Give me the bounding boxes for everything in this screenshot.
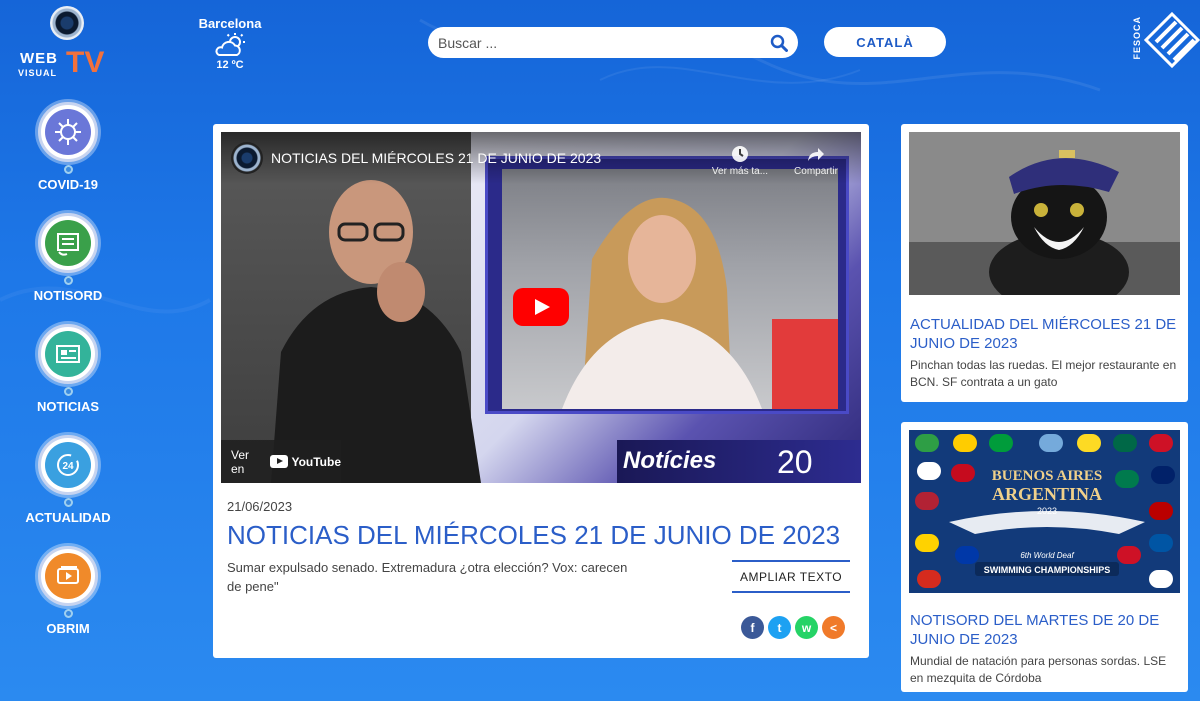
- video-player[interactable]: NOTICIAS DEL MIÉRCOLES 21 DE JUNIO DE 20…: [221, 132, 861, 483]
- nav-inner: [45, 331, 91, 377]
- whatsapp-icon[interactable]: w: [795, 616, 818, 639]
- sidebar-item-label: OBRIM: [46, 621, 90, 636]
- weather-temperature: 12 ºC: [216, 59, 244, 71]
- fesoca-text: FESOCA: [1132, 16, 1142, 60]
- share-video-control[interactable]: Compartir: [781, 144, 851, 177]
- news-icon: [56, 345, 80, 363]
- side-card-description: Pinchan todas las ruedas. El mejor resta…: [910, 358, 1177, 389]
- facebook-icon[interactable]: f: [741, 616, 764, 639]
- newspaper-sign-icon: [57, 233, 79, 256]
- fesoca-logo[interactable]: FESOCA: [1132, 10, 1200, 86]
- youtube-play-glyph: [270, 455, 289, 468]
- watch-on-label: Ver en: [231, 447, 250, 476]
- video-play-icon: [57, 566, 79, 584]
- language-button[interactable]: CATALÀ: [824, 27, 946, 57]
- nav-inner: [45, 220, 91, 266]
- share-icon[interactable]: <: [822, 616, 845, 639]
- nav-inner: [45, 109, 91, 155]
- search-input[interactable]: [438, 34, 770, 51]
- nav-dot: [63, 276, 73, 285]
- sidebar-nav: COVID-19 NOTISORD NOTICIAS 24 ACTUALIDAD…: [18, 102, 118, 657]
- webvisualtv-logo[interactable]: WEB VISUAL TV: [14, 6, 124, 82]
- sidebar-item-label: NOTISORD: [33, 288, 103, 303]
- weather-city: Barcelona: [198, 16, 262, 31]
- poster-line1: BUENOS AIRES: [992, 468, 1102, 484]
- fesoca-stripes-icon: [1144, 12, 1200, 69]
- channel-avatar[interactable]: [231, 142, 263, 174]
- article-date: 21/06/2023: [227, 499, 293, 514]
- banner-text: Notícies: [623, 447, 717, 474]
- sidebar-item-obrim[interactable]: OBRIM: [18, 546, 118, 657]
- nav-inner: 24: [45, 442, 91, 488]
- sidebar-item-covid[interactable]: COVID-19: [18, 102, 118, 213]
- side-news-card-notisord[interactable]: BUENOS AIRES ARGENTINA 2023 6th World De…: [901, 422, 1188, 692]
- partly-cloudy-icon: [215, 33, 245, 56]
- sidebar-item-noticias[interactable]: NOTICIAS: [18, 324, 118, 435]
- cat-pilot-image[interactable]: [909, 132, 1180, 295]
- sidebar-item-label: COVID-19: [38, 177, 98, 192]
- poster-line2: ARGENTINA: [992, 484, 1102, 504]
- nav-dot: [63, 498, 73, 507]
- article-summary: Sumar expulsado senado. Extremadura ¿otr…: [227, 560, 628, 594]
- watch-on-youtube[interactable]: Ver en YouTube: [221, 440, 341, 483]
- youtube-play-button[interactable]: [513, 288, 569, 326]
- watch-later-control[interactable]: Ver más ta...: [705, 144, 775, 177]
- nav-circle: [38, 213, 98, 273]
- main-news-card: NOTICIAS DEL MIÉRCOLES 21 DE JUNIO DE 20…: [213, 124, 869, 658]
- sidebar-item-label: ACTUALIDAD: [25, 510, 111, 525]
- youtube-label: YouTube: [291, 454, 341, 469]
- expand-text-button[interactable]: AMPLIAR TEXTO: [732, 560, 850, 593]
- video-inset: [485, 156, 849, 414]
- nav-circle: [38, 102, 98, 162]
- side-news-card-actualidad[interactable]: ACTUALIDAD DEL MIÉRCOLES 21 DE JUNIO DE …: [901, 124, 1188, 402]
- camera-lens-icon: [50, 6, 84, 40]
- nav-inner: [45, 553, 91, 599]
- banner-number: 20: [777, 444, 813, 480]
- virus-icon: [55, 119, 81, 145]
- sidebar-item-actualidad[interactable]: 24 ACTUALIDAD: [18, 435, 118, 546]
- weather-widget: Barcelona 12 ºC: [196, 16, 264, 71]
- video-title[interactable]: NOTICIAS DEL MIÉRCOLES 21 DE JUNIO DE 20…: [271, 150, 601, 166]
- share-arrow-icon: [808, 148, 824, 161]
- swimming-poster: BUENOS AIRES ARGENTINA 2023 6th World De…: [909, 430, 1180, 593]
- sidebar-item-label: NOTICIAS: [36, 399, 100, 414]
- nav-circle: [38, 324, 98, 384]
- side-card-title[interactable]: ACTUALIDAD DEL MIÉRCOLES 21 DE JUNIO DE …: [910, 315, 1180, 353]
- logo-tv-text: TV: [66, 46, 105, 79]
- search-icon[interactable]: [770, 34, 788, 52]
- svg-text:24: 24: [62, 461, 74, 472]
- side-card-description: Mundial de natación para personas sordas…: [910, 654, 1167, 685]
- watch-later-label: Ver más ta...: [711, 166, 769, 177]
- logo-visual-text: VISUAL: [18, 68, 58, 78]
- nav-circle: 24: [38, 435, 98, 495]
- poster-sub: 6th World Deaf: [1020, 551, 1074, 560]
- twitter-icon[interactable]: t: [768, 616, 791, 639]
- sign-language-presenter-image: [271, 180, 481, 483]
- nav-dot: [63, 609, 73, 618]
- article-headline[interactable]: NOTICIAS DEL MIÉRCOLES 21 DE JUNIO DE 20…: [227, 520, 840, 551]
- noticies-banner: Notícies 20: [617, 440, 861, 483]
- clock-24-icon: 24: [57, 454, 79, 476]
- nav-circle: [38, 546, 98, 606]
- nav-dot: [63, 165, 73, 174]
- youtube-logo-icon: YouTube: [270, 455, 341, 469]
- logo-web-text: WEB: [20, 50, 58, 67]
- side-card-title[interactable]: NOTISORD DEL MARTES DE 20 DE JUNIO DE 20…: [910, 611, 1180, 649]
- nav-dot: [63, 387, 73, 396]
- sidebar-item-notisord[interactable]: NOTISORD: [18, 213, 118, 324]
- search-bar: [428, 27, 798, 58]
- swimming-championships-image[interactable]: BUENOS AIRES ARGENTINA 2023 6th World De…: [909, 430, 1180, 593]
- share-buttons: f t w <: [741, 616, 845, 639]
- share-video-label: Compartir: [794, 166, 838, 177]
- cat-illustration: [909, 132, 1180, 295]
- poster-event: SWIMMING CHAMPIONSHIPS: [984, 565, 1111, 575]
- clock-icon: [732, 146, 748, 162]
